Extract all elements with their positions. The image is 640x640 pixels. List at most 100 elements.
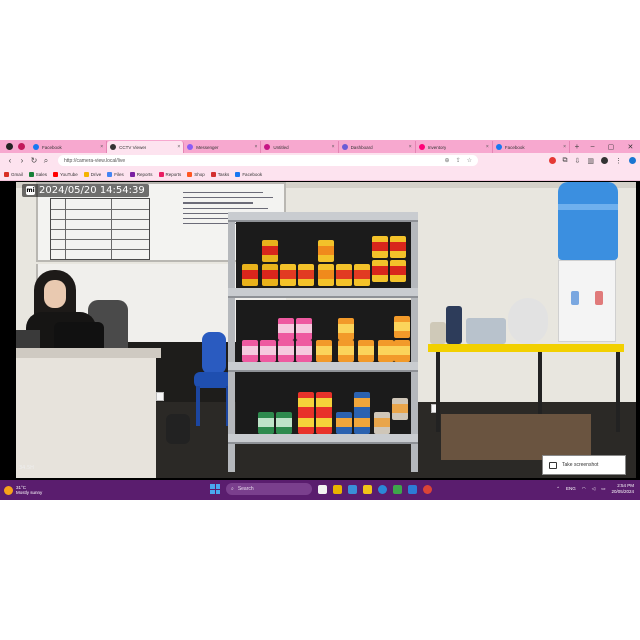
canned-good <box>242 264 258 286</box>
weather-widget[interactable]: 31°C Mostly sunny <box>4 485 64 495</box>
bookmark-item[interactable]: Tasks <box>210 171 229 177</box>
new-tab-button[interactable]: + <box>570 142 584 151</box>
window-controls: – ▢ ✕ <box>584 143 640 151</box>
shelf-post <box>228 212 235 472</box>
chrome-icon[interactable] <box>423 484 432 494</box>
bookmark-item[interactable]: Sales <box>28 171 47 177</box>
canned-good <box>354 264 370 286</box>
store-icon[interactable] <box>348 484 357 494</box>
browser-tab[interactable]: Untitled × <box>261 141 339 153</box>
take-screenshot-button[interactable]: Take screenshot <box>542 455 626 475</box>
bookmark-icon <box>129 171 135 177</box>
minimize-icon[interactable]: – <box>591 143 595 151</box>
task-view-icon[interactable] <box>318 484 327 494</box>
extension-icon[interactable] <box>548 157 556 164</box>
search-icon: ⌕ <box>231 486 234 492</box>
favicon-icon <box>495 144 502 150</box>
vscode-icon[interactable] <box>408 484 417 494</box>
screen: Facebook × CCTV Viewer × Messenger × Untitl… <box>0 140 640 500</box>
laptop <box>16 330 40 350</box>
bookmark-item[interactable]: Shop <box>187 171 205 177</box>
start-button[interactable] <box>210 484 220 494</box>
browser-tab-active[interactable]: CCTV Viewer × <box>107 141 185 153</box>
canned-good <box>296 340 312 362</box>
edge-icon[interactable] <box>378 484 387 494</box>
camera-video-feed[interactable]: mi 2024/05/20 14:54:39 34.5H Take screen… <box>16 182 636 478</box>
zoom-icon[interactable]: ⊕ <box>445 157 450 164</box>
browser-tab[interactable]: Dashboard × <box>339 141 416 153</box>
bookmark-icon <box>158 171 164 177</box>
bookmark-item[interactable]: Facebook <box>235 171 262 177</box>
home-icon[interactable]: ⌕ <box>40 156 52 166</box>
battery-icon[interactable]: ▭ <box>601 486 605 492</box>
close-tab-icon[interactable]: × <box>255 144 258 150</box>
reload-icon[interactable]: ↻ <box>28 156 40 165</box>
canned-good <box>262 264 278 286</box>
share-icon[interactable]: ⇪ <box>456 157 461 164</box>
close-window-icon[interactable]: ✕ <box>627 143 633 151</box>
table-items <box>426 292 556 344</box>
favicon-icon <box>110 144 117 150</box>
menu-icon[interactable]: ⋮ <box>615 157 622 165</box>
canned-good <box>316 392 332 414</box>
close-tab-icon[interactable]: × <box>100 144 103 150</box>
tab-search-icon[interactable] <box>17 143 25 150</box>
canned-good <box>316 340 332 362</box>
extensions-icon[interactable]: ⧉ <box>563 157 568 165</box>
browser-tab[interactable]: Messenger × <box>184 141 262 153</box>
taskbar-apps: ⌕ Search <box>210 483 432 495</box>
sidebar-icon[interactable]: ▥ <box>587 157 594 165</box>
wifi-icon[interactable]: ◠ <box>582 486 586 492</box>
canned-good <box>390 260 406 282</box>
bookmark-icon <box>53 171 59 177</box>
excel-icon[interactable] <box>393 484 402 494</box>
close-tab-icon[interactable]: × <box>332 144 335 150</box>
browser-tab[interactable]: Facebook × <box>493 141 570 153</box>
language-indicator[interactable]: ENG <box>566 486 576 491</box>
downloads-icon[interactable]: ⇩ <box>575 157 581 165</box>
forward-icon[interactable]: › <box>16 156 28 165</box>
profile-icon[interactable] <box>5 143 13 150</box>
assistant-icon[interactable] <box>629 157 636 164</box>
tray-chevron-icon[interactable]: ⌃ <box>556 486 560 492</box>
taskbar-search[interactable]: ⌕ Search <box>226 483 312 495</box>
bookmark-item[interactable]: YouTube <box>53 171 78 177</box>
bookmark-item[interactable]: Gmail <box>4 171 23 177</box>
canned-good <box>336 412 352 434</box>
electric-kettle <box>166 414 190 444</box>
close-tab-icon[interactable]: × <box>409 144 412 150</box>
canned-good <box>258 412 274 434</box>
avatar[interactable] <box>601 157 608 164</box>
whiteboard-table <box>50 198 150 260</box>
back-icon[interactable]: ‹ <box>4 156 16 165</box>
close-tab-icon[interactable]: × <box>563 144 566 150</box>
sun-icon <box>4 485 13 495</box>
volume-icon[interactable]: ◁ <box>592 486 595 492</box>
bookmark-item[interactable]: Reports <box>129 171 153 177</box>
address-bar[interactable]: http://camera-view.local/live ⊕ ⇪ ☆ <box>58 155 478 166</box>
maximize-icon[interactable]: ▢ <box>608 143 615 151</box>
folder-icon[interactable] <box>363 484 372 494</box>
url-text[interactable]: http://camera-view.local/live <box>64 158 125 164</box>
canned-good <box>378 340 394 362</box>
taskbar-clock[interactable]: 2:54 PM 20/05/2024 <box>611 483 634 494</box>
close-tab-icon[interactable]: × <box>486 144 489 150</box>
bookmark-item[interactable]: Reports <box>158 171 181 177</box>
close-tab-icon[interactable]: × <box>177 144 180 150</box>
bookmark-item[interactable]: Files <box>107 171 124 177</box>
canned-good <box>278 318 294 340</box>
canned-good <box>394 316 410 338</box>
canned-good <box>262 240 278 262</box>
browser-tab[interactable]: Inventory × <box>416 141 493 153</box>
browser-profile-icons <box>0 140 30 153</box>
file-explorer-icon[interactable] <box>333 484 342 494</box>
bookmark-star-icon[interactable]: ☆ <box>467 157 472 164</box>
browser-tab[interactable]: Facebook × <box>30 141 108 153</box>
camera-logo-icon: mi <box>26 186 35 195</box>
bookmarks-bar: Gmail Sales YouTube Drive Files Reports … <box>0 168 640 181</box>
bookmark-item[interactable]: Drive <box>83 171 101 177</box>
canned-good <box>358 340 374 362</box>
canned-good <box>372 260 388 282</box>
bookmark-icon <box>235 171 241 177</box>
bookmark-icon <box>83 171 89 177</box>
